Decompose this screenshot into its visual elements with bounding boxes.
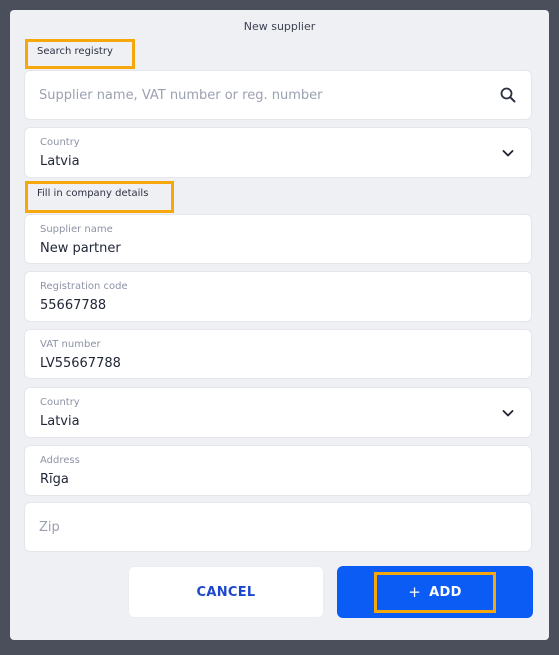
search-registry-label: Search registry (25, 39, 135, 69)
search-icon[interactable] (499, 86, 517, 104)
search-country-value: Latvia (40, 154, 80, 169)
plus-icon: + (408, 583, 422, 601)
add-button-highlight: + ADD (374, 571, 496, 613)
add-button[interactable]: + ADD (337, 566, 533, 618)
supplier-name-label: Supplier name (40, 224, 113, 235)
address-value[interactable]: Rīga (40, 472, 69, 487)
address-label: Address (40, 455, 80, 466)
vat-number-label: VAT number (40, 339, 101, 350)
vat-number-value[interactable]: LV55667788 (40, 356, 121, 371)
vat-number-field[interactable]: VAT number LV55667788 (24, 329, 532, 379)
company-details-label: Fill in company details (25, 181, 174, 213)
dialog-title: New supplier (243, 20, 316, 33)
registration-code-value[interactable]: 55667788 (40, 298, 106, 313)
address-field[interactable]: Address Rīga (24, 445, 532, 496)
chevron-down-icon[interactable] (499, 404, 517, 422)
zip-input[interactable] (39, 503, 479, 551)
supplier-name-field[interactable]: Supplier name New partner (24, 214, 532, 264)
search-input[interactable] (39, 71, 479, 119)
search-country-select[interactable]: Country Latvia (24, 127, 532, 178)
add-button-label: ADD (429, 584, 462, 600)
zip-field[interactable] (24, 502, 532, 552)
search-registry-field[interactable] (24, 70, 532, 120)
details-country-value: Latvia (40, 414, 80, 429)
new-supplier-dialog: New supplier Search registry Country Lat… (10, 10, 549, 640)
details-country-label: Country (40, 397, 80, 408)
supplier-name-value[interactable]: New partner (40, 241, 121, 256)
details-country-select[interactable]: Country Latvia (24, 387, 532, 438)
cancel-button-label: CANCEL (196, 584, 256, 600)
registration-code-field[interactable]: Registration code 55667788 (24, 271, 532, 322)
chevron-down-icon[interactable] (499, 144, 517, 162)
search-country-label: Country (40, 137, 80, 148)
registration-code-label: Registration code (40, 281, 128, 292)
cancel-button[interactable]: CANCEL (128, 566, 324, 618)
